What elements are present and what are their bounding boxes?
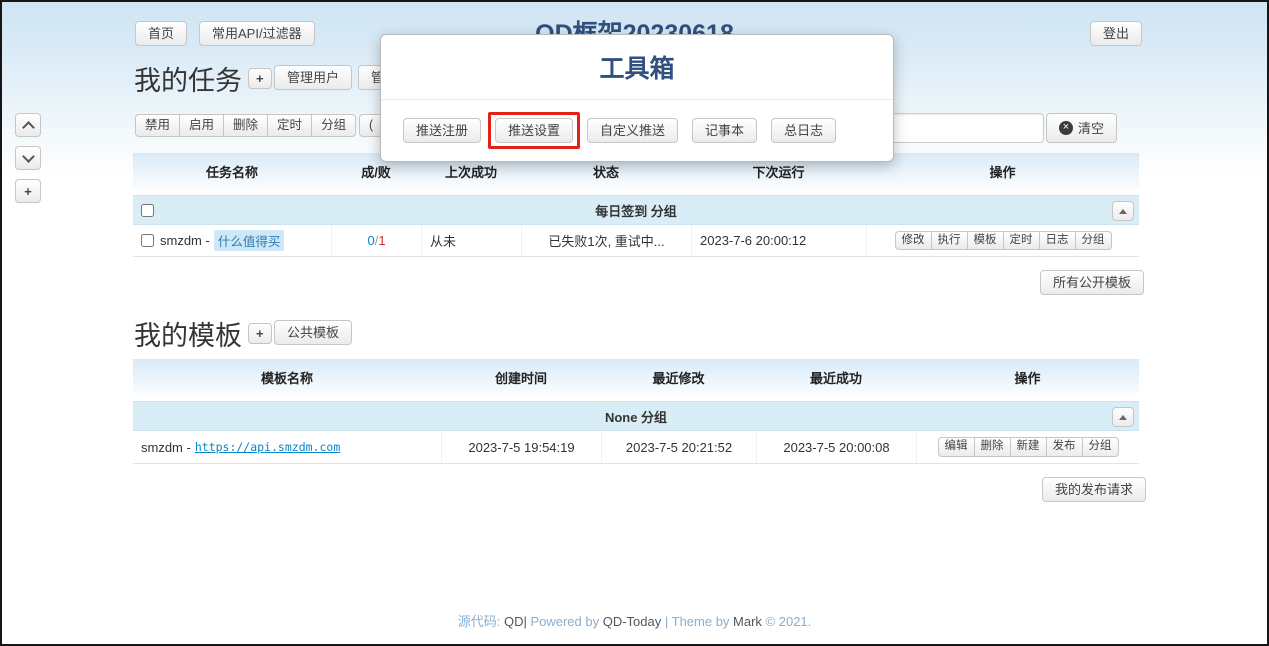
col-success-fail: 成/败 — [331, 162, 421, 181]
app-window: QD框架20230618 首页 常用API/过滤器 登出 + 我的任务 + 管理… — [0, 0, 1269, 646]
task-select-checkbox[interactable] — [141, 234, 154, 247]
modified-value: 2023-7-5 20:21:52 — [601, 431, 756, 463]
task-name: smzdm - — [160, 233, 210, 248]
template-row: smzdm - https://api.smzdm.com 2023-7-5 1… — [133, 431, 1139, 464]
circle-x-icon — [1059, 121, 1073, 135]
task-row: smzdm - 什么值得买 0 / 1 从未 已失败1次, 重试中... 202… — [133, 225, 1139, 257]
last-success-value: 从未 — [421, 225, 521, 256]
manage-users-button[interactable]: 管理用户 — [274, 65, 352, 90]
templates-table: 模板名称 创建时间 最近修改 最近成功 操作 None 分组 smzdm - h… — [133, 359, 1139, 464]
toolbox-modal: 工具箱 推送注册 推送设置 自定义推送 记事本 总日志 — [380, 34, 894, 162]
next-run-value: 2023-7-6 20:00:12 — [691, 225, 866, 256]
timer-button[interactable]: 定时 — [1003, 231, 1040, 251]
caret-up-icon — [1119, 415, 1127, 420]
my-publish-requests-button[interactable]: 我的发布请求 — [1042, 477, 1146, 502]
schedule-button[interactable]: 定时 — [267, 114, 312, 137]
footer-separator: | — [665, 614, 672, 629]
delete-template-button[interactable]: 删除 — [974, 437, 1011, 457]
publish-button[interactable]: 发布 — [1046, 437, 1083, 457]
task-actions: 修改 执行 模板 定时 日志 分组 — [895, 231, 1112, 251]
powered-by-link[interactable]: Powered by — [530, 614, 602, 629]
chevron-down-icon — [22, 150, 35, 163]
fail-count[interactable]: 1 — [378, 233, 385, 248]
status-value: 已失败1次, 重试中... — [521, 225, 691, 256]
all-public-templates-button[interactable]: 所有公开模板 — [1040, 270, 1144, 295]
modify-button[interactable]: 修改 — [895, 231, 932, 251]
edit-button[interactable]: 编辑 — [938, 437, 975, 457]
footer: 源代码: QD| Powered by QD-Today | Theme by … — [2, 611, 1267, 630]
template-last-success-value: 2023-7-5 20:00:08 — [756, 431, 916, 463]
template-actions: 编辑 删除 新建 发布 分组 — [938, 437, 1119, 457]
tasks-table: 任务名称 成/败 上次成功 状态 下次运行 操作 每日签到 分组 smzdm -… — [133, 153, 1139, 257]
col-status: 状态 — [521, 162, 691, 181]
col-modified: 最近修改 — [601, 368, 756, 387]
group-select-checkbox[interactable] — [141, 204, 154, 217]
col-last-success: 上次成功 — [421, 162, 521, 181]
group-template-button[interactable]: 分组 — [1082, 437, 1119, 457]
col-operations: 操作 — [866, 162, 1139, 181]
clear-label: 清空 — [1078, 122, 1104, 135]
task-group-row: 每日签到 分组 — [133, 195, 1139, 225]
global-log-button[interactable]: 总日志 — [771, 118, 836, 143]
templates-heading: 我的模板 — [134, 314, 242, 353]
template-name: smzdm - — [141, 440, 191, 455]
collapse-template-group-button[interactable] — [1112, 407, 1134, 427]
group-button[interactable]: 分组 — [311, 114, 356, 137]
public-templates-button[interactable]: 公共模板 — [274, 320, 352, 345]
task-group-label: 每日签到 分组 — [133, 201, 1139, 220]
template-group-row: None 分组 — [133, 401, 1139, 431]
add-task-button[interactable]: + — [248, 68, 272, 89]
col-next-run: 下次运行 — [691, 162, 866, 181]
footer-text: QD| — [504, 614, 531, 629]
chevron-up-icon — [22, 121, 35, 134]
clear-search-button[interactable]: 清空 — [1046, 113, 1117, 143]
disable-button[interactable]: 禁用 — [135, 114, 180, 137]
run-button[interactable]: 执行 — [931, 231, 968, 251]
created-value: 2023-7-5 19:54:19 — [441, 431, 601, 463]
notepad-button[interactable]: 记事本 — [692, 118, 757, 143]
caret-up-icon — [1119, 209, 1127, 214]
custom-push-button[interactable]: 自定义推送 — [587, 118, 678, 143]
copyright-text: © 2021. — [762, 614, 811, 629]
col-operations-tpl: 操作 — [916, 368, 1139, 387]
push-register-button[interactable]: 推送注册 — [403, 118, 481, 143]
log-button[interactable]: 日志 — [1039, 231, 1076, 251]
enable-button[interactable]: 启用 — [179, 114, 224, 137]
scroll-down-button[interactable] — [15, 146, 41, 170]
footer-text: QD-Today — [603, 614, 665, 629]
col-created: 创建时间 — [441, 368, 601, 387]
col-template-name: 模板名称 — [133, 368, 441, 387]
group-assign-button[interactable]: 分组 — [1075, 231, 1112, 251]
scroll-up-button[interactable] — [15, 113, 41, 137]
theme-by-link[interactable]: Theme by — [672, 614, 733, 629]
task-name-link[interactable]: 什么值得买 — [214, 230, 285, 251]
source-code-link[interactable]: 源代码: — [458, 614, 504, 629]
modal-divider — [381, 99, 893, 100]
templates-table-header: 模板名称 创建时间 最近修改 最近成功 操作 — [133, 359, 1139, 395]
new-button[interactable]: 新建 — [1010, 437, 1047, 457]
side-add-button[interactable]: + — [15, 179, 41, 203]
template-group-label: None 分组 — [133, 407, 1139, 426]
delete-button[interactable]: 删除 — [223, 114, 268, 137]
footer-text: Mark — [733, 614, 762, 629]
add-template-button[interactable]: + — [248, 323, 272, 344]
modal-title: 工具箱 — [381, 49, 893, 85]
collapse-group-button[interactable] — [1112, 201, 1134, 221]
template-url-link[interactable]: https://api.smzdm.com — [195, 440, 340, 454]
success-count[interactable]: 0 — [367, 233, 374, 248]
col-task-name: 任务名称 — [133, 162, 331, 181]
task-bulk-toolbar: 禁用 启用 删除 定时 分组 — [135, 114, 356, 137]
template-button[interactable]: 模板 — [967, 231, 1004, 251]
tasks-heading: 我的任务 — [134, 59, 242, 98]
col-last-success-tpl: 最近成功 — [756, 368, 916, 387]
push-settings-button[interactable]: 推送设置 — [495, 118, 573, 143]
